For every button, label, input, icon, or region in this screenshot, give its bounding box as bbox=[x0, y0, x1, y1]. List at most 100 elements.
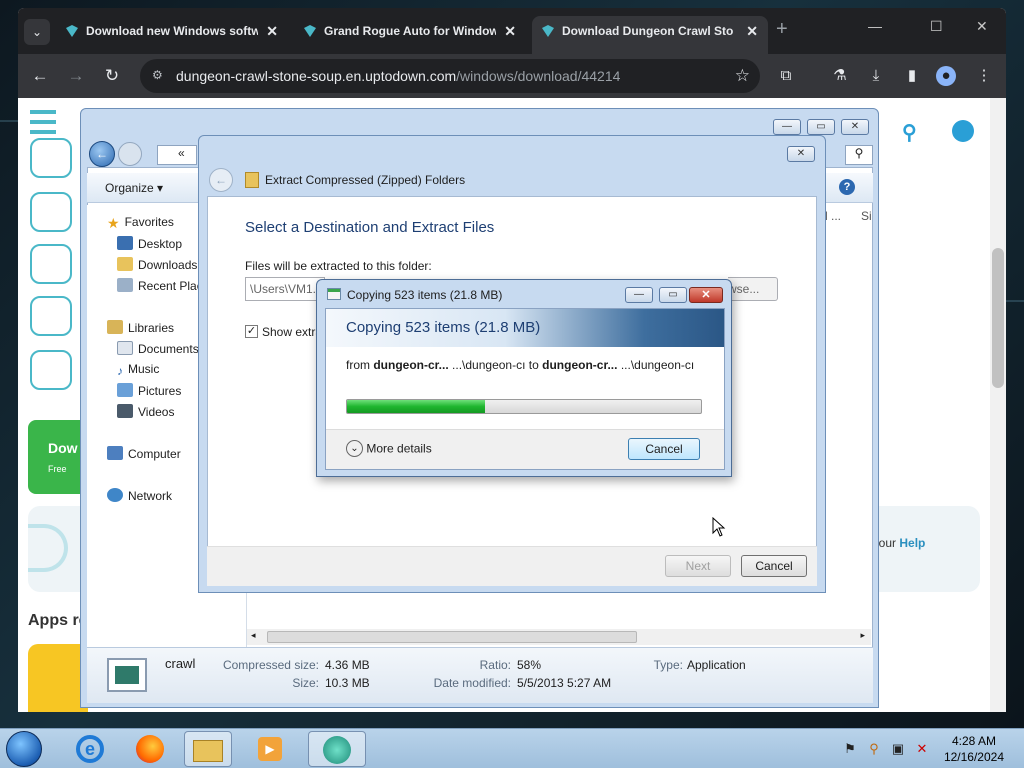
explorer-minimize-button[interactable]: — bbox=[773, 119, 801, 135]
system-clock[interactable]: 4:28 AM 12/16/2024 bbox=[944, 733, 1004, 765]
start-button[interactable] bbox=[6, 731, 42, 767]
copy-close-button[interactable]: ✕ bbox=[689, 287, 723, 303]
volume-muted-icon[interactable]: ✕ bbox=[914, 741, 930, 757]
compressed-size-value: 4.36 MB bbox=[325, 658, 370, 672]
page-scrollbar[interactable] bbox=[990, 98, 1006, 712]
category-card[interactable] bbox=[30, 296, 72, 336]
breadcrumb[interactable]: « bbox=[157, 145, 197, 165]
minimize-icon[interactable]: — bbox=[868, 18, 882, 34]
scroll-right-icon[interactable]: ▸ bbox=[860, 630, 865, 641]
search-tray-icon[interactable]: ⚲ bbox=[866, 741, 882, 757]
nav-documents[interactable]: Documents bbox=[117, 341, 199, 356]
scrollbar-thumb[interactable] bbox=[992, 248, 1004, 388]
size-label: Size: bbox=[292, 676, 319, 690]
type-label: Type: bbox=[653, 658, 683, 672]
nav-videos[interactable]: Videos bbox=[117, 404, 174, 419]
details-pane: crawl Compressed size: 4.36 MB Size: 10.… bbox=[87, 647, 873, 703]
more-details-toggle[interactable]: ⌄ More details bbox=[346, 440, 432, 457]
nav-downloads[interactable]: Downloads bbox=[117, 257, 197, 272]
help-icon[interactable]: ? bbox=[839, 179, 855, 195]
user-account-icon[interactable] bbox=[952, 120, 974, 142]
tab-close-icon[interactable]: ✕ bbox=[266, 16, 278, 46]
maximize-icon[interactable]: ☐ bbox=[930, 18, 943, 35]
help-link[interactable]: Help bbox=[899, 536, 925, 550]
action-center-flag-icon[interactable]: ⚑ bbox=[842, 741, 858, 757]
next-button[interactable]: Next bbox=[665, 555, 731, 577]
free-label: Free bbox=[48, 464, 67, 474]
copy-cancel-button[interactable]: Cancel bbox=[628, 438, 700, 460]
nav-network[interactable]: Network bbox=[107, 488, 172, 503]
download-icon[interactable]: ⤓ bbox=[866, 66, 886, 86]
close-window-icon[interactable]: ✕ bbox=[976, 18, 988, 35]
media-player-icon[interactable]: ▶ bbox=[246, 731, 294, 767]
forward-arrow-icon[interactable]: → bbox=[64, 64, 88, 88]
copy-dialog-body: Copying 523 items (21.8 MB) from dungeon… bbox=[325, 308, 725, 470]
category-card[interactable] bbox=[30, 192, 72, 232]
search-box-icon[interactable]: ⚲ bbox=[845, 145, 873, 165]
browse-button[interactable]: wse... bbox=[728, 277, 778, 301]
firefox-icon[interactable] bbox=[126, 731, 174, 767]
nav-pictures[interactable]: Pictures bbox=[117, 383, 181, 398]
labs-icon[interactable]: ⚗ bbox=[830, 66, 850, 86]
copy-progress-bar bbox=[346, 399, 702, 414]
download-label: Dow bbox=[48, 440, 78, 456]
tab-download-windows[interactable]: Download new Windows softw ✕ bbox=[56, 16, 288, 54]
extensions-icon[interactable]: ⧉ bbox=[776, 66, 796, 86]
network-icon bbox=[107, 488, 123, 502]
profile-avatar-icon[interactable]: ● bbox=[936, 66, 956, 86]
wizard-close-button[interactable]: ✕ bbox=[787, 146, 815, 162]
download-button[interactable]: Dow Free bbox=[28, 420, 88, 494]
tab-grand-rogue[interactable]: Grand Rogue Auto for Window ✕ bbox=[294, 16, 526, 54]
side-panel-icon[interactable]: ▮ bbox=[902, 66, 922, 86]
file-explorer-icon[interactable] bbox=[184, 731, 232, 767]
nav-favorites[interactable]: ★ Favorites bbox=[107, 215, 174, 231]
tab-close-icon[interactable]: ✕ bbox=[504, 16, 516, 46]
folder-path-field[interactable]: \Users\VM1.C bbox=[245, 277, 325, 301]
info-icon bbox=[28, 524, 68, 572]
horizontal-scrollbar[interactable]: ◂ ▸ bbox=[247, 629, 871, 645]
copy-app-icon[interactable] bbox=[308, 731, 366, 767]
bookmark-star-icon[interactable]: ☆ bbox=[735, 66, 750, 86]
copy-minimize-button[interactable]: — bbox=[625, 287, 653, 303]
reload-icon[interactable]: ↻ bbox=[100, 64, 124, 88]
new-tab-icon[interactable]: + bbox=[776, 18, 788, 41]
organize-menu[interactable]: Organize ▾ bbox=[105, 181, 163, 195]
nav-desktop[interactable]: Desktop bbox=[117, 236, 182, 251]
tab-title: Grand Rogue Auto for Window bbox=[324, 24, 496, 38]
category-card[interactable] bbox=[30, 244, 72, 284]
scrollbar-thumb[interactable] bbox=[267, 631, 637, 643]
tab-dungeon-crawl[interactable]: Download Dungeon Crawl Ston ✕ bbox=[532, 16, 768, 54]
network-tray-icon[interactable]: ▣ bbox=[890, 741, 906, 757]
tab-search-button[interactable]: ⌄ bbox=[24, 19, 50, 45]
zip-folder-icon bbox=[245, 172, 259, 188]
back-arrow-icon[interactable]: ← bbox=[28, 64, 52, 88]
address-bar[interactable]: ⚙ dungeon-crawl-stone-soup.en.uptodown.c… bbox=[140, 59, 760, 93]
nav-music[interactable]: ♪ Music bbox=[117, 362, 159, 378]
hamburger-menu-icon[interactable] bbox=[30, 110, 56, 134]
nav-computer[interactable]: Computer bbox=[107, 446, 181, 461]
copy-footer: ⌄ More details Cancel bbox=[326, 429, 724, 469]
explorer-close-button[interactable]: ✕ bbox=[841, 119, 869, 135]
nav-libraries[interactable]: Libraries bbox=[107, 320, 174, 335]
taskbar: e ▶ ⚑ ⚲ ▣ ✕ 4:28 AM 12/16/2024 bbox=[0, 728, 1024, 768]
library-icon bbox=[107, 320, 123, 334]
nav-recent[interactable]: Recent Plac bbox=[117, 278, 203, 293]
help-text: t our Help bbox=[872, 536, 926, 550]
menu-kebab-icon[interactable]: ⋮ bbox=[974, 66, 994, 86]
category-card[interactable] bbox=[30, 138, 72, 178]
scroll-left-icon[interactable]: ◂ bbox=[251, 630, 256, 641]
site-info-icon[interactable]: ⚙ bbox=[152, 68, 168, 84]
explorer-forward-icon[interactable] bbox=[118, 142, 142, 166]
show-files-checkbox[interactable]: ✓ bbox=[245, 325, 258, 338]
tab-close-icon[interactable]: ✕ bbox=[746, 16, 758, 46]
copy-maximize-button[interactable]: ▭ bbox=[659, 287, 687, 303]
internet-explorer-icon[interactable]: e bbox=[66, 731, 114, 767]
explorer-back-icon[interactable]: ← bbox=[89, 141, 115, 167]
category-card[interactable] bbox=[30, 350, 72, 390]
app-thumbnail[interactable] bbox=[28, 644, 88, 712]
wizard-cancel-button[interactable]: Cancel bbox=[741, 555, 807, 577]
wizard-back-icon[interactable]: ← bbox=[209, 168, 233, 192]
desktop-decor bbox=[1006, 300, 1024, 302]
explorer-maximize-button[interactable]: ▭ bbox=[807, 119, 835, 135]
search-icon[interactable]: ⚲ bbox=[902, 120, 917, 145]
